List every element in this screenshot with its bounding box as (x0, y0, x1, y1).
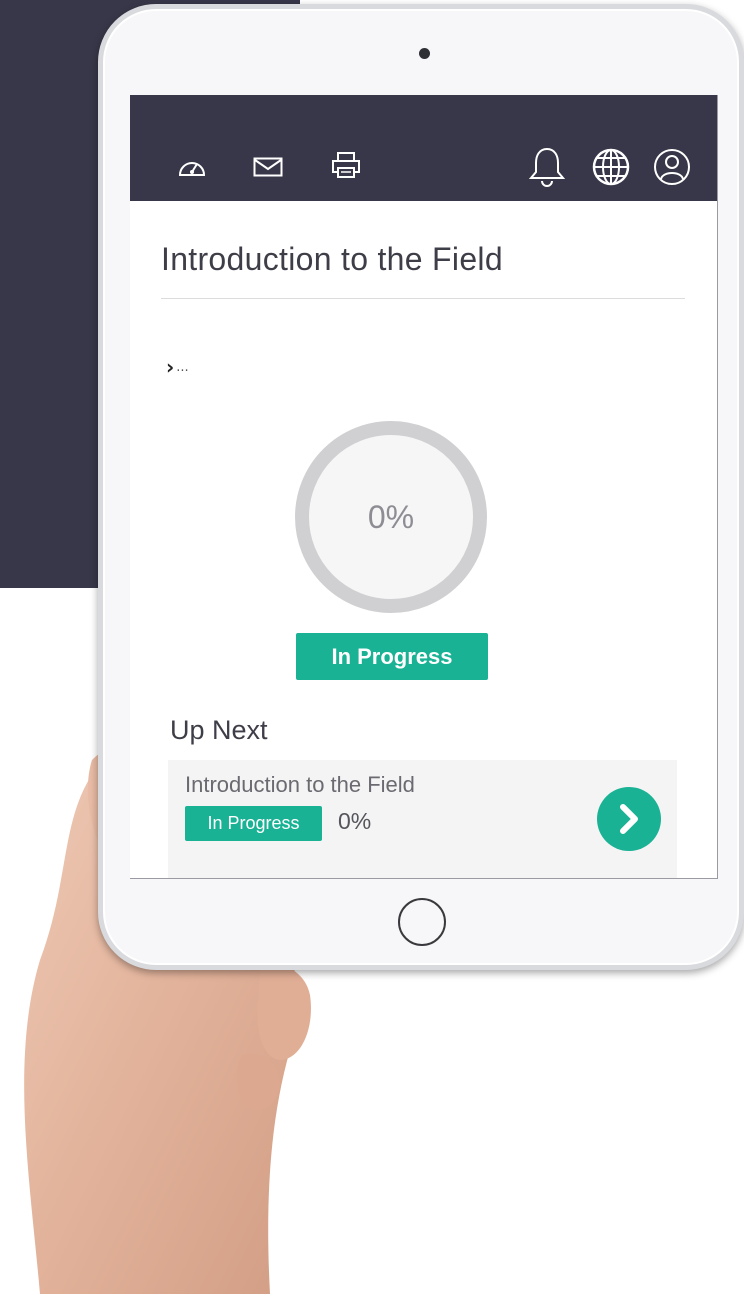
go-next-button[interactable] (597, 787, 661, 851)
up-next-heading: Up Next (170, 715, 268, 745)
user-circle-icon[interactable] (652, 147, 692, 187)
page-title: Introduction to the Field (161, 241, 503, 277)
breadcrumb[interactable]: › ... (166, 355, 189, 379)
printer-icon[interactable] (331, 151, 361, 179)
up-next-status-badge: In Progress (185, 806, 322, 841)
globe-icon[interactable] (591, 147, 631, 187)
chevron-right-icon: › (166, 355, 175, 379)
chevron-right-icon (620, 804, 638, 834)
breadcrumb-text: ... (176, 359, 189, 375)
home-button[interactable] (398, 898, 446, 946)
top-navigation-bar (130, 95, 717, 201)
title-divider (161, 298, 685, 299)
progress-percent: 0% (367, 498, 415, 535)
bell-icon[interactable] (528, 145, 566, 187)
up-next-item-name: Introduction to the Field (185, 772, 415, 797)
app-screen: Introduction to the Field › ... 0% In Pr… (130, 95, 718, 879)
status-badge: In Progress (296, 633, 488, 680)
camera-dot (419, 48, 430, 59)
progress-ring: 0% (294, 420, 488, 614)
envelope-icon[interactable] (253, 157, 283, 177)
up-next-percent: 0% (338, 808, 372, 834)
up-next-card[interactable]: Introduction to the Field In Progress 0% (168, 760, 677, 878)
dashboard-gauge-icon[interactable] (176, 155, 208, 179)
